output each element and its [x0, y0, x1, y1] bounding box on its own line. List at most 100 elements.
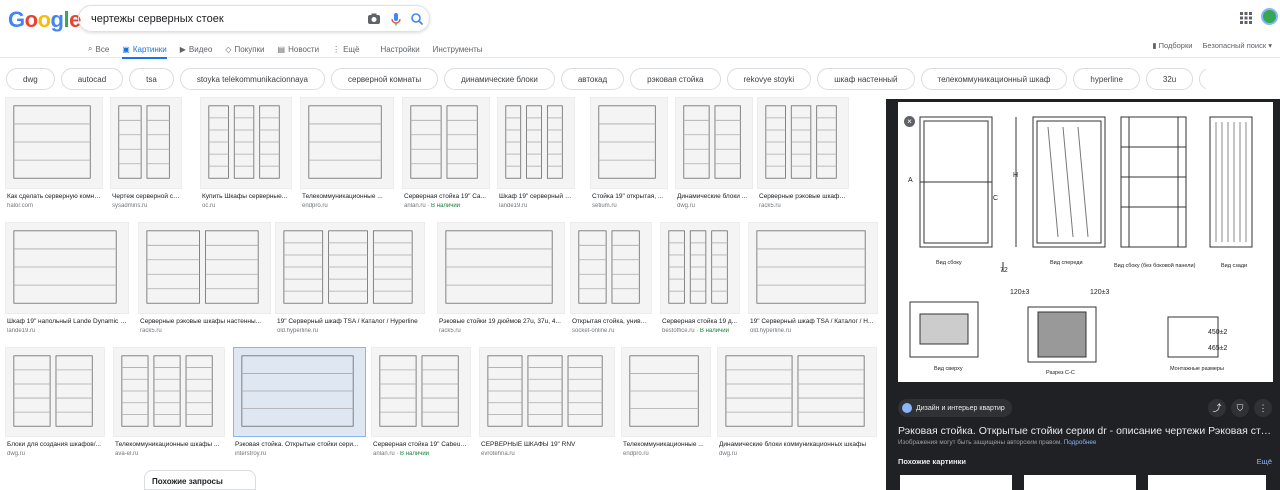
close-icon[interactable]: ×	[904, 116, 915, 127]
filter-chip[interactable]: stoyka telekommunikacionnaya	[179, 68, 325, 90]
image-result[interactable]: СЕРВЕРНЫЕ ШКАФЫ 19" RNV evrotehna.ru	[479, 347, 615, 461]
image-result[interactable]: Открытая стойка, универ... socket-online.…	[570, 222, 652, 338]
tab-more[interactable]: ⋮ Ещё	[332, 40, 359, 58]
image-result[interactable]: Шкаф 19" серверный на... lande19.ru	[497, 97, 575, 213]
result-thumbnail[interactable]	[5, 222, 129, 314]
image-result[interactable]: Телекоммуникационные ... endpro.ru	[621, 347, 711, 461]
image-result[interactable]: Серверная стойка 19" Ca... anlan.ru · В н…	[402, 97, 490, 213]
result-caption[interactable]: Стойка 19" открытая, ...	[592, 193, 666, 200]
result-thumbnail[interactable]	[275, 222, 425, 314]
result-caption[interactable]: Купить Шкафы серверные...	[202, 193, 290, 200]
camera-icon[interactable]	[367, 12, 381, 26]
result-thumbnail[interactable]	[570, 222, 652, 314]
tab-settings[interactable]: Настройки	[380, 40, 419, 58]
image-result[interactable]: Серверные рэковые шкафы настенны... rack5…	[138, 222, 271, 338]
result-caption[interactable]: Телекоммуникационные ...	[302, 193, 392, 200]
result-caption[interactable]: Блоки для создания шкафов/...	[7, 441, 103, 448]
similar-thumb[interactable]	[900, 475, 1012, 490]
tab-images[interactable]: ▣ Картинки	[122, 40, 168, 59]
filter-chip[interactable]: 32u	[1145, 68, 1194, 90]
result-thumbnail[interactable]	[675, 97, 753, 189]
result-thumbnail[interactable]	[590, 97, 668, 189]
result-caption[interactable]: 19" Серверный шкаф TSA / Каталог / Н...	[750, 318, 876, 325]
result-thumbnail[interactable]	[402, 97, 490, 189]
tab-news[interactable]: ▤ Новости	[278, 40, 320, 58]
image-result[interactable]: Шкаф 19" напольный Lande Dynamic B... lan…	[5, 222, 129, 338]
result-thumbnail[interactable]	[233, 347, 366, 437]
result-caption[interactable]: Чертеж серверной стойк...	[112, 193, 180, 200]
result-caption[interactable]: Динамические блоки ...	[677, 193, 751, 200]
result-caption[interactable]: Серверные рэковые шкафы настен...	[759, 193, 847, 200]
filter-chip[interactable]: серверной комнаты	[331, 68, 439, 90]
tab-all[interactable]: ⌕ Все	[88, 40, 109, 58]
image-result[interactable]: Динамические блоки ... dwg.ru	[675, 97, 753, 213]
account-avatar[interactable]	[1261, 8, 1278, 25]
tab-tools[interactable]: Инструменты	[433, 40, 483, 58]
filter-chip[interactable]: autocad	[60, 68, 124, 90]
more-options-icon[interactable]: ⋮	[1254, 399, 1272, 417]
result-thumbnail[interactable]	[5, 347, 105, 437]
result-caption[interactable]: Как сделать серверную комна...	[7, 193, 101, 200]
image-result[interactable]: Стойка 19" открытая, ... setium.ru	[590, 97, 668, 213]
result-thumbnail[interactable]	[717, 347, 877, 437]
result-caption[interactable]: Рэковые стойки 19 дюймов 27u, 37u, 4...	[439, 318, 563, 325]
collections-link[interactable]: ▮ Подборки	[1152, 41, 1192, 50]
result-caption[interactable]: Телекоммуникационные ...	[623, 441, 709, 448]
result-thumbnail[interactable]	[300, 97, 394, 189]
image-result[interactable]: Блоки для создания шкафов/... dwg.ru	[5, 347, 105, 461]
result-thumbnail[interactable]	[497, 97, 575, 189]
filter-chip[interactable]: tsa	[129, 68, 174, 90]
result-thumbnail[interactable]	[748, 222, 878, 314]
filter-chip[interactable]: автокад	[560, 68, 625, 90]
similar-thumb[interactable]	[1148, 475, 1266, 490]
result-caption[interactable]: Серверные рэковые шкафы настенны...	[140, 318, 269, 325]
microphone-icon[interactable]	[389, 12, 403, 26]
result-thumbnail[interactable]	[110, 97, 182, 189]
filter-chip[interactable]: серверного помещения	[1199, 68, 1206, 90]
more-info-link[interactable]: Подробнее	[1064, 439, 1097, 446]
image-result[interactable]: Телекоммуникационные шкафы ... ava-el.ru	[113, 347, 225, 461]
result-thumbnail[interactable]	[371, 347, 471, 437]
result-caption[interactable]: Серверная стойка 19" Ca...	[404, 193, 488, 200]
image-result[interactable]: Динамические блоки коммуникационных шкаф…	[717, 347, 877, 461]
image-result[interactable]: Как сделать серверную комна... halor.com	[5, 97, 103, 213]
filter-chip[interactable]: телекоммуникационный шкаф	[920, 68, 1068, 90]
result-caption[interactable]: Серверная стойка 19 д...	[662, 318, 738, 325]
result-caption[interactable]: Динамические блоки коммуникационных шкаф…	[719, 441, 875, 448]
result-thumbnail[interactable]	[660, 222, 740, 314]
result-caption[interactable]: Серверная стойка 19" Cabeus ...	[373, 441, 469, 448]
image-result[interactable]: Рэковые стойки 19 дюймов 27u, 37u, 4... r…	[437, 222, 565, 338]
filter-chip[interactable]: hyperline	[1073, 68, 1140, 90]
share-icon[interactable]: ⤴	[1208, 399, 1226, 417]
filter-chip[interactable]: динамические блоки	[444, 68, 555, 90]
more-similar-link[interactable]: Ещё	[1257, 457, 1272, 466]
bookmark-icon[interactable]: ⛉	[1231, 399, 1249, 417]
filter-chip[interactable]: рэковая стойка	[630, 68, 721, 90]
result-thumbnail[interactable]	[113, 347, 225, 437]
apps-grid-icon[interactable]	[1240, 12, 1252, 24]
result-caption[interactable]: 19" Серверный шкаф TSA / Каталог / Hyper…	[277, 318, 423, 325]
result-thumbnail[interactable]	[437, 222, 565, 314]
result-thumbnail[interactable]	[757, 97, 849, 189]
result-caption[interactable]: Телекоммуникационные шкафы ...	[115, 441, 223, 448]
safesearch-toggle[interactable]: Безопасный поиск ▾	[1202, 41, 1272, 50]
image-result[interactable]: Серверная стойка 19" Cabeus ... anlan.ru …	[371, 347, 471, 461]
similar-thumb[interactable]	[1024, 475, 1136, 490]
source-badge[interactable]: Дизайн и интерьер квартир	[898, 399, 1012, 417]
result-thumbnail[interactable]	[479, 347, 615, 437]
search-input[interactable]	[91, 10, 361, 28]
result-caption[interactable]: СЕРВЕРНЫЕ ШКАФЫ 19" RNV	[481, 441, 613, 448]
search-icon[interactable]	[410, 12, 424, 26]
image-result[interactable]: 19" Серверный шкаф TSA / Каталог / Hyper…	[275, 222, 425, 338]
google-logo[interactable]: Google	[8, 7, 81, 33]
image-result[interactable]: Купить Шкафы серверные... oc.ru	[200, 97, 292, 213]
image-result[interactable]: Чертеж серверной стойк... sysadmins.ru	[110, 97, 182, 213]
image-result[interactable]: Серверная стойка 19 д... bestoffice.ru · …	[660, 222, 740, 338]
tab-shopping[interactable]: ◇ Покупки	[225, 40, 264, 58]
filter-chip[interactable]: шкаф настенный	[817, 68, 915, 90]
result-caption[interactable]: Шкаф 19" напольный Lande Dynamic B...	[7, 318, 127, 325]
image-result[interactable]: Серверные рэковые шкафы настен... rack5.r…	[757, 97, 849, 213]
image-result[interactable]: Рэковая стойка. Открытые стойки сери... i…	[233, 347, 366, 461]
result-thumbnail[interactable]	[5, 97, 103, 189]
preview-title[interactable]: Рэковая стойка. Открытые стойки серии dr…	[898, 425, 1272, 437]
